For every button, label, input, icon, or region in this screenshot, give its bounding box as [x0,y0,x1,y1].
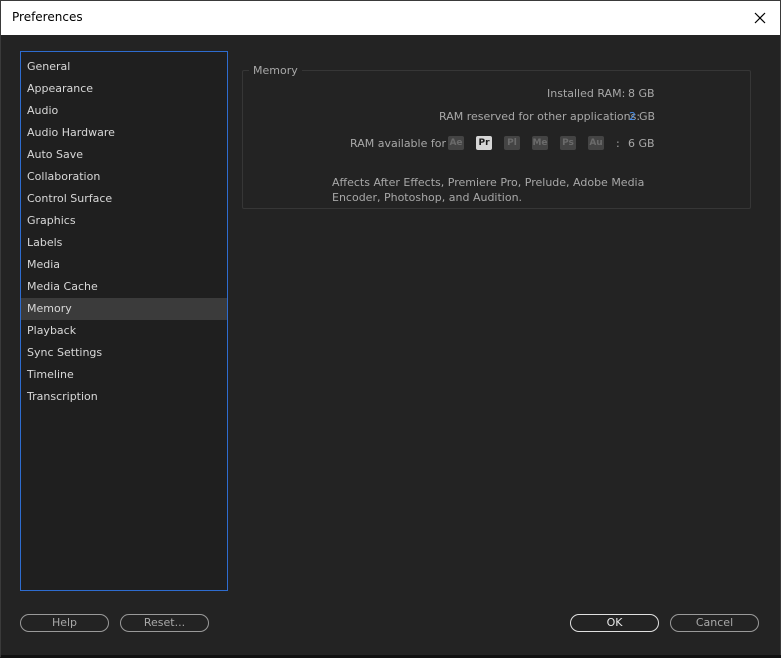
sidebar-item-collaboration[interactable]: Collaboration [21,166,227,188]
category-list: General Appearance Audio Audio Hardware Auto… [20,51,228,591]
sidebar-item-transcription[interactable]: Transcription [21,386,227,408]
app-badge-ae: Ae [448,136,464,150]
sidebar-item-appearance[interactable]: Appearance [21,78,227,100]
sidebar-item-control-surface[interactable]: Control Surface [21,188,227,210]
app-badge-ps: Ps [560,136,576,150]
title-bar: Preferences [1,1,780,35]
sidebar-item-graphics[interactable]: Graphics [21,210,227,232]
app-badge-au: Au [588,136,604,150]
sidebar-item-auto-save[interactable]: Auto Save [21,144,227,166]
sidebar-item-media-cache[interactable]: Media Cache [21,276,227,298]
close-button[interactable] [748,6,772,30]
ok-button[interactable]: OK [570,614,659,632]
reset-button[interactable]: Reset... [120,614,209,632]
affected-apps-note: Affects After Effects, Premiere Pro, Pre… [332,176,645,204]
sidebar-item-sync-settings[interactable]: Sync Settings [21,342,227,364]
installed-ram-value: 8 GB [628,87,655,100]
app-badge-me: Me [532,136,548,150]
installed-ram-label: Installed RAM: [547,87,626,100]
sidebar-item-audio[interactable]: Audio [21,100,227,122]
reserved-ram-label: RAM reserved for other applications: [439,110,641,123]
cancel-button[interactable]: Cancel [670,614,759,632]
sidebar-item-general[interactable]: General [21,56,227,78]
available-ram-value: 6 GB [628,137,655,150]
available-separator: : [616,137,620,150]
dialog-content: General Appearance Audio Audio Hardware Auto… [2,35,779,655]
app-badge-pr: Pr [476,136,492,150]
close-icon [754,12,766,24]
sidebar-item-memory[interactable]: Memory [21,298,227,320]
sidebar-item-audio-hardware[interactable]: Audio Hardware [21,122,227,144]
sidebar-item-labels[interactable]: Labels [21,232,227,254]
available-ram-label: RAM available for [350,137,446,150]
memory-group-title: Memory [249,64,302,77]
sidebar-item-timeline[interactable]: Timeline [21,364,227,386]
preferences-dialog: Preferences General Appearance Audio Audio … [0,0,781,658]
sidebar-item-media[interactable]: Media [21,254,227,276]
app-badge-pl: Pl [504,136,520,150]
help-button[interactable]: Help [20,614,109,632]
sidebar-item-playback[interactable]: Playback [21,320,227,342]
reserved-ram-value[interactable]: 2 [629,110,636,123]
window-title: Preferences [12,10,83,24]
reserved-ram-unit: GB [639,110,656,123]
